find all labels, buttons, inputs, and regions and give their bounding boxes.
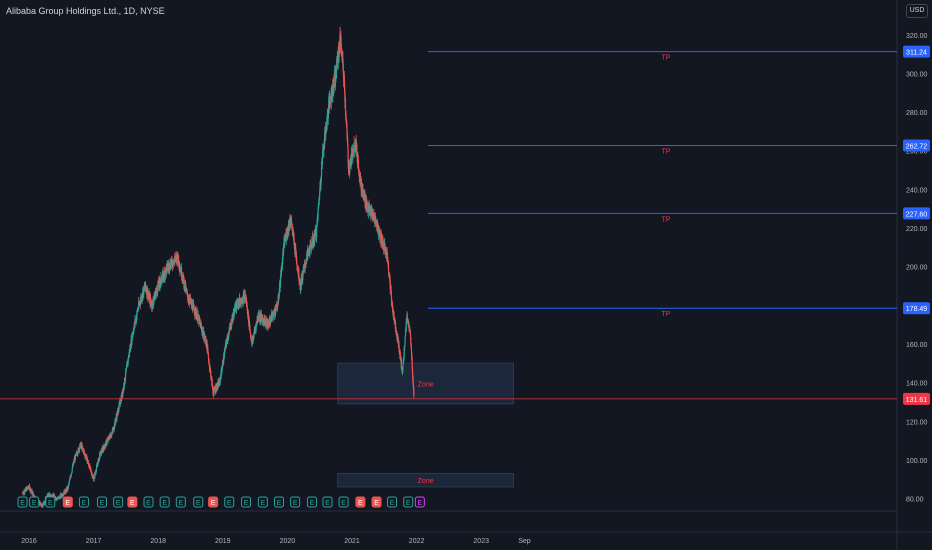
- y-tick-label: 100.00: [906, 458, 928, 465]
- tp-label: TP: [662, 55, 671, 62]
- earnings-marker-label: E: [130, 500, 135, 507]
- earnings-marker-label: E: [390, 500, 395, 507]
- earnings-marker-label: E: [310, 500, 315, 507]
- currency-badge[interactable]: USD: [906, 4, 928, 18]
- x-tick-label: 2021: [344, 538, 360, 545]
- earnings-marker-label: E: [48, 500, 53, 507]
- earnings-marker-label: E: [100, 500, 105, 507]
- price-chart[interactable]: 80.00100.00120.00140.00160.00180.00200.0…: [0, 0, 932, 550]
- earnings-marker-label: E: [32, 500, 37, 507]
- y-tick-label: 320.00: [906, 33, 928, 40]
- candle-body: [280, 275, 282, 277]
- earnings-marker-label: E: [20, 500, 25, 507]
- candle-body: [400, 359, 402, 369]
- earnings-marker-label: E: [341, 500, 346, 507]
- earnings-marker-label: E: [406, 500, 411, 507]
- candle-body: [387, 264, 390, 273]
- zone-label: Zone: [418, 478, 434, 485]
- x-tick-label: 2017: [86, 538, 102, 545]
- earnings-marker-label: E: [116, 500, 121, 507]
- earnings-marker-label: E: [65, 500, 70, 507]
- candle-body: [409, 333, 412, 338]
- candle-body: [106, 440, 108, 444]
- x-tick-label: Sep: [518, 538, 531, 545]
- candle-body: [302, 275, 304, 281]
- candle-body: [225, 341, 228, 346]
- earnings-marker-label: E: [277, 500, 282, 507]
- candle-body: [320, 167, 323, 177]
- earnings-marker-label: E: [244, 500, 249, 507]
- tp-price-label: 262.72: [906, 143, 928, 150]
- earnings-marker-label: E: [374, 500, 379, 507]
- earnings-marker-label: E: [211, 500, 216, 507]
- x-tick-label: 2022: [409, 538, 425, 545]
- earnings-marker-label: E: [146, 500, 151, 507]
- y-tick-label: 280.00: [906, 110, 928, 117]
- y-tick-label: 160.00: [906, 342, 928, 349]
- x-tick-label: 2016: [21, 538, 37, 545]
- tp-price-label: 227.60: [906, 211, 928, 218]
- tp-price-label: 178.49: [906, 306, 928, 313]
- earnings-marker-label: E: [227, 500, 232, 507]
- y-tick-label: 120.00: [906, 419, 928, 426]
- zone-label: Zone: [418, 382, 434, 389]
- candle-body: [89, 466, 91, 468]
- candle-body: [291, 221, 293, 226]
- candle-body: [99, 453, 102, 456]
- candle-body: [404, 336, 406, 345]
- candle-body: [68, 480, 71, 483]
- candle-body: [32, 493, 34, 495]
- earnings-marker-label: E: [261, 500, 266, 507]
- y-tick-label: 140.00: [906, 381, 928, 388]
- last-price-label: 131.61: [906, 397, 928, 404]
- tp-label: TP: [662, 148, 671, 155]
- y-tick-label: 200.00: [906, 265, 928, 272]
- tp-price-label: 311.24: [906, 50, 927, 57]
- x-tick-label: 2018: [150, 538, 166, 545]
- candle-body: [316, 226, 318, 238]
- candle-body: [413, 388, 415, 397]
- y-tick-label: 220.00: [906, 226, 928, 233]
- x-tick-label: 2020: [280, 538, 296, 545]
- tp-label: TP: [662, 216, 671, 223]
- earnings-marker-label: E: [417, 500, 422, 507]
- earnings-marker-label: E: [162, 500, 167, 507]
- y-tick-label: 80.00: [906, 497, 924, 504]
- candle-body: [125, 367, 128, 370]
- candles-group: [21, 26, 415, 508]
- y-tick-label: 300.00: [906, 71, 928, 78]
- x-tick-label: 2023: [473, 538, 489, 545]
- earnings-marker-label: E: [325, 500, 330, 507]
- earnings-marker-label: E: [293, 500, 298, 507]
- earnings-marker-label: E: [82, 500, 87, 507]
- earnings-marker-label: E: [196, 500, 201, 507]
- candle-body: [353, 151, 355, 153]
- x-tick-label: 2019: [215, 538, 231, 545]
- chart-title: Alibaba Group Holdings Ltd., 1D, NYSE: [6, 6, 165, 16]
- tp-label: TP: [662, 311, 671, 318]
- candle-body: [182, 274, 185, 279]
- earnings-marker-label: E: [358, 500, 363, 507]
- y-tick-label: 240.00: [906, 187, 928, 194]
- earnings-marker-label: E: [178, 500, 183, 507]
